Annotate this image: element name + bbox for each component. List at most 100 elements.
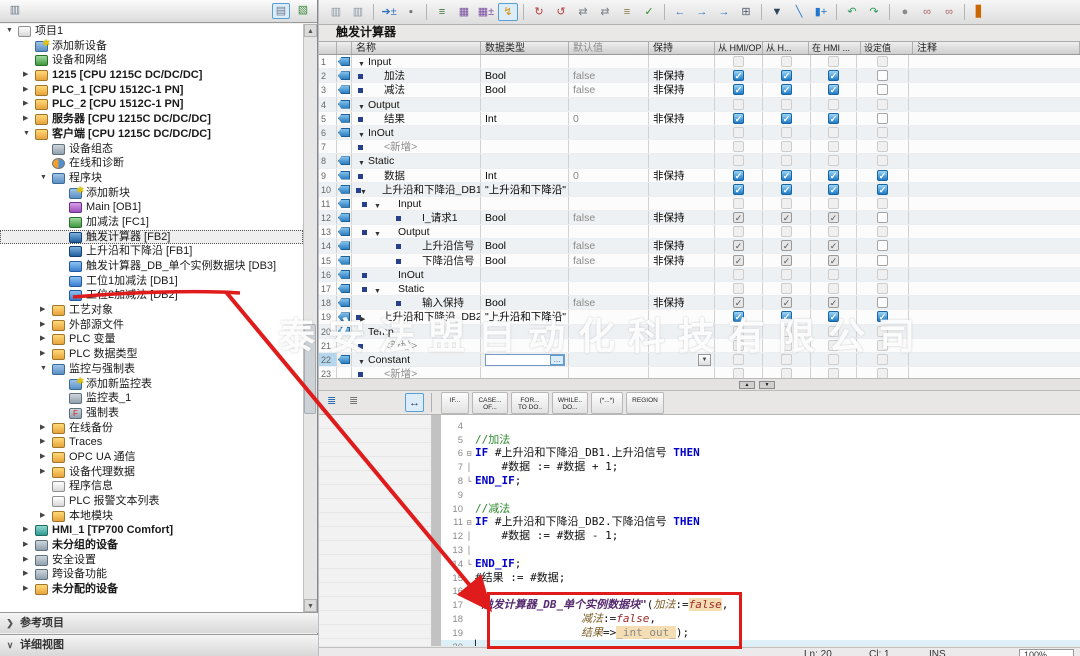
tree-item[interactable]: ▶设备代理数据	[0, 465, 303, 480]
checkbox[interactable]: ✓	[781, 311, 792, 322]
tree-item[interactable]: 程序信息	[0, 479, 303, 494]
expand-icon[interactable]: ▶	[23, 553, 28, 568]
tree-item[interactable]: ▼项目1	[0, 24, 303, 39]
step-in-icon[interactable]: →	[714, 3, 734, 21]
comment-cell[interactable]	[909, 353, 1080, 366]
checkbox[interactable]	[877, 240, 888, 251]
retain-cell[interactable]: 非保持	[649, 112, 715, 125]
name-cell[interactable]: 加法	[352, 69, 481, 82]
column-header[interactable]: 在 HMI ...	[809, 42, 861, 54]
table-row[interactable]: 11▼Input	[319, 197, 1080, 211]
tree-item[interactable]: 加减法 [FC1]	[0, 215, 303, 230]
tree-item[interactable]: ▶工艺对象	[0, 303, 303, 318]
retain-cell[interactable]	[649, 197, 715, 210]
default-value-cell[interactable]	[569, 339, 649, 352]
code-line[interactable]: 7│ #数据 := #数据 + 1;	[441, 460, 1080, 474]
table-row[interactable]: 15下降沿信号Boolfalse非保持✓✓✓	[319, 254, 1080, 268]
comment-cell[interactable]	[909, 169, 1080, 182]
name-cell[interactable]: ▼Output	[352, 98, 481, 111]
go-online-icon[interactable]: ↶	[842, 3, 862, 21]
scroll-up-icon[interactable]: ▲	[739, 381, 755, 389]
collapse-blocks-icon[interactable]: ▦±	[476, 3, 496, 21]
datatype-cell[interactable]: Bool	[481, 211, 569, 224]
code-line[interactable]: 17 "触发计算器_DB_单个实例数据块"(加法:=false,	[441, 598, 1080, 612]
backward-icon[interactable]: ←	[670, 3, 690, 21]
monitor-icon[interactable]: ●	[895, 3, 915, 21]
comment-cell[interactable]	[909, 98, 1080, 111]
collapse-icon[interactable]: ▼	[360, 186, 367, 196]
datatype-cell[interactable]: Bool	[481, 296, 569, 309]
comment-cell[interactable]	[909, 325, 1080, 338]
code-line[interactable]: 5 //加法	[441, 433, 1080, 447]
table-row[interactable]: 22▼Constant…▼	[319, 353, 1080, 367]
default-value-cell[interactable]	[569, 154, 649, 167]
expand-icon[interactable]: ▶	[360, 313, 365, 323]
expand-icon[interactable]: ▶	[23, 538, 28, 553]
forward-icon[interactable]: →	[692, 3, 712, 21]
checkbox[interactable]: ✓	[877, 170, 888, 181]
checkbox[interactable]: ✓	[828, 212, 839, 223]
retain-cell[interactable]	[649, 339, 715, 352]
checkbox[interactable]	[877, 297, 888, 308]
expand-icon[interactable]: ▶	[23, 68, 28, 83]
collapse-icon[interactable]: ▼	[358, 129, 365, 139]
datatype-editor[interactable]: …	[485, 354, 565, 366]
name-cell[interactable]: ▼上升沿和下降沿_DB1	[352, 183, 481, 196]
datatype-cell[interactable]	[481, 225, 569, 238]
name-cell[interactable]: 下降沿信号	[352, 254, 481, 267]
default-value-cell[interactable]	[569, 353, 649, 366]
checkbox[interactable]: ✓	[781, 70, 792, 81]
table-row[interactable]: 12I_请求1Boolfalse非保持✓✓✓	[319, 211, 1080, 225]
name-cell[interactable]: ▶上升沿和下降沿_DB2	[352, 310, 481, 323]
tree-item[interactable]: ▶未分组的设备	[0, 538, 303, 553]
collapse-icon[interactable]: ▼	[358, 356, 365, 366]
expand-icon[interactable]: ▶	[40, 421, 45, 436]
table-row[interactable]: 10▼上升沿和下降沿_DB1"上升沿和下降沿"✓✓✓✓	[319, 183, 1080, 197]
table-row[interactable]: 20▼Temp	[319, 325, 1080, 339]
table-row[interactable]: 6▼InOut	[319, 126, 1080, 140]
retain-cell[interactable]	[649, 154, 715, 167]
default-value-cell[interactable]: false	[569, 254, 649, 267]
comment-cell[interactable]	[909, 339, 1080, 352]
checkbox[interactable]: ✓	[781, 240, 792, 251]
tree-item[interactable]: ✱添加新监控表	[0, 377, 303, 392]
collapse-icon[interactable]: ▼	[358, 328, 365, 338]
collapse-icon[interactable]: ▼	[374, 228, 381, 238]
checkbox[interactable]: ✓	[828, 70, 839, 81]
code-line[interactable]: 8└END_IF;	[441, 474, 1080, 488]
name-cell[interactable]: 数据	[352, 169, 481, 182]
table-row[interactable]: 3减法Boolfalse非保持✓✓✓	[319, 83, 1080, 97]
default-value-cell[interactable]	[569, 55, 649, 68]
checkbox[interactable]: ✓	[733, 184, 744, 195]
comment-cell[interactable]	[909, 69, 1080, 82]
retain-cell[interactable]: 非保持	[649, 211, 715, 224]
code-line[interactable]: 15 #结果 := #数据;	[441, 571, 1080, 585]
tree-item[interactable]: ▶PLC_2 [CPU 1512C-1 PN]	[0, 97, 303, 112]
name-cell[interactable]: ▼Static	[352, 282, 481, 295]
retain-cell[interactable]: 非保持	[649, 169, 715, 182]
retain-cell[interactable]: 非保持	[649, 69, 715, 82]
details-view-bar[interactable]: ∨详细视图	[0, 634, 318, 656]
tree-item[interactable]: Main [OB1]	[0, 200, 303, 215]
slope-icon[interactable]: ╲	[789, 3, 809, 21]
checkbox[interactable]: ✓	[733, 113, 744, 124]
checkbox[interactable]: ✓	[828, 84, 839, 95]
snapshot-icon[interactable]: ∞	[917, 3, 937, 21]
expand-icon[interactable]: ▶	[40, 509, 45, 524]
table-row[interactable]: 14上升沿信号Boolfalse非保持✓✓✓	[319, 239, 1080, 253]
dropdown-icon[interactable]: ▼	[698, 354, 711, 366]
table-row[interactable]: 23<新增>	[319, 367, 1080, 378]
datatype-cell[interactable]: Bool	[481, 254, 569, 267]
tree-item[interactable]: ▶PLC 变量	[0, 332, 303, 347]
expand-icon[interactable]: ▶	[40, 332, 45, 347]
name-cell[interactable]: I_请求1	[352, 211, 481, 224]
checkbox[interactable]: ✓	[781, 184, 792, 195]
indent-lines-icon[interactable]: ≣	[327, 394, 336, 407]
line-numbers-icon[interactable]: ≣	[349, 394, 358, 407]
default-value-cell[interactable]	[569, 98, 649, 111]
retain-cell[interactable]	[649, 282, 715, 295]
retain-cell[interactable]	[649, 140, 715, 153]
tree-item[interactable]: 设备和网络	[0, 53, 303, 68]
comment-cell[interactable]	[909, 367, 1080, 378]
checkbox[interactable]	[877, 70, 888, 81]
